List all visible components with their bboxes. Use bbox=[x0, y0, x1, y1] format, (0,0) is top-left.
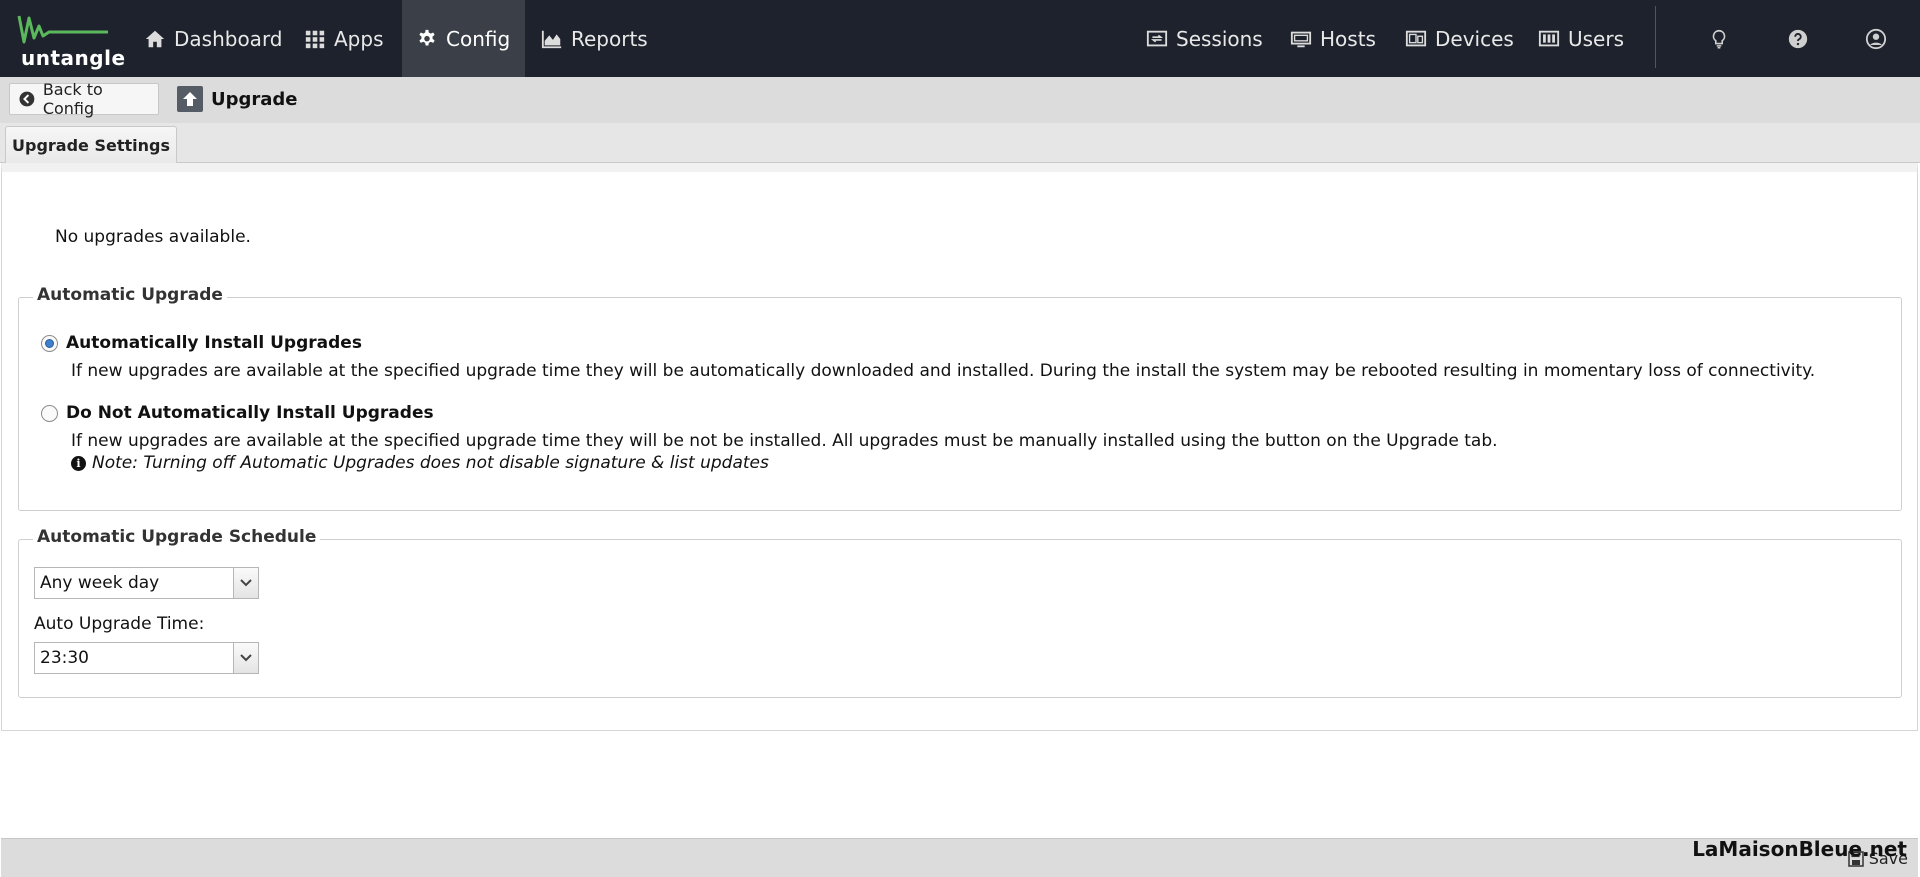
nav-dashboard[interactable]: Dashboard bbox=[130, 0, 297, 77]
devices-icon bbox=[1405, 30, 1427, 46]
nav-config[interactable]: Config bbox=[402, 0, 525, 77]
nav-reports[interactable]: Reports bbox=[527, 0, 662, 77]
upgrade-status-text: No upgrades available. bbox=[55, 227, 251, 247]
radio-selected-dot bbox=[45, 338, 54, 348]
upgrade-day-dropdown-trigger[interactable] bbox=[233, 568, 258, 598]
tab-bar: Upgrade Settings bbox=[0, 123, 1920, 163]
auto-install-option[interactable]: Automatically Install Upgrades bbox=[41, 333, 362, 353]
untangle-logo[interactable]: untangle bbox=[16, 8, 125, 70]
nav-dashboard-label: Dashboard bbox=[174, 26, 283, 51]
automatic-upgrade-fieldset: Automatic Upgrade Automatically Install … bbox=[18, 285, 1902, 511]
upgrade-time-value: 23:30 bbox=[40, 648, 89, 668]
nav-devices-label: Devices bbox=[1435, 26, 1514, 51]
upgrade-schedule-legend: Automatic Upgrade Schedule bbox=[33, 527, 321, 547]
arrow-circle-left-icon bbox=[19, 91, 35, 107]
sessions-icon bbox=[1146, 30, 1168, 46]
footer-toolbar: Save bbox=[1, 838, 1918, 877]
back-to-config-button[interactable]: Back to Config bbox=[9, 80, 159, 118]
auto-install-radio[interactable] bbox=[41, 334, 58, 352]
area-chart-icon bbox=[541, 30, 562, 48]
page-title: Upgrade bbox=[177, 86, 298, 112]
nav-devices[interactable]: Devices bbox=[1391, 0, 1528, 77]
no-auto-install-radio[interactable] bbox=[41, 404, 58, 422]
upgrade-icon bbox=[177, 86, 203, 112]
chevron-down-icon bbox=[240, 654, 252, 662]
back-to-config-label: Back to Config bbox=[42, 80, 103, 118]
nav-apps[interactable]: Apps bbox=[290, 0, 398, 77]
nav-users[interactable]: Users bbox=[1524, 0, 1638, 77]
grid-icon bbox=[305, 30, 325, 48]
hosts-icon bbox=[1290, 31, 1312, 47]
nav-reports-label: Reports bbox=[571, 26, 648, 51]
nav-hosts-label: Hosts bbox=[1320, 26, 1376, 51]
automatic-upgrade-legend: Automatic Upgrade bbox=[33, 285, 227, 305]
auto-install-description: If new upgrades are available at the spe… bbox=[71, 361, 1816, 381]
home-icon bbox=[145, 30, 165, 47]
watermark-text: LaMaisonBleue.net bbox=[1692, 837, 1907, 861]
topbar-divider bbox=[1655, 6, 1656, 68]
lightbulb-icon bbox=[1712, 29, 1726, 48]
logo-text: untangle bbox=[21, 46, 126, 70]
no-auto-install-description: If new upgrades are available at the spe… bbox=[71, 431, 1498, 451]
tab-upgrade-settings[interactable]: Upgrade Settings bbox=[5, 126, 177, 163]
nav-users-label: Users bbox=[1568, 26, 1625, 51]
upgrade-time-select[interactable]: 23:30 bbox=[34, 642, 259, 674]
automatic-upgrade-note: i Note: Turning off Automatic Upgrades d… bbox=[71, 453, 769, 473]
nav-config-label: Config bbox=[446, 26, 511, 51]
nav-apps-label: Apps bbox=[334, 26, 384, 51]
page-header-bar: Back to Config Upgrade bbox=[0, 77, 1920, 123]
tips-button[interactable] bbox=[1694, 0, 1744, 77]
auto-install-label: Automatically Install Upgrades bbox=[66, 333, 362, 353]
automatic-upgrade-note-text: Note: Turning off Automatic Upgrades doe… bbox=[92, 453, 769, 473]
no-auto-install-option[interactable]: Do Not Automatically Install Upgrades bbox=[41, 403, 434, 423]
nav-sessions-label: Sessions bbox=[1176, 26, 1263, 51]
account-button[interactable] bbox=[1851, 0, 1901, 77]
help-button[interactable] bbox=[1773, 0, 1823, 77]
logo-waveform-icon bbox=[17, 15, 108, 44]
help-icon bbox=[1788, 29, 1808, 48]
upgrade-day-select[interactable]: Any week day bbox=[34, 567, 259, 599]
nav-hosts[interactable]: Hosts bbox=[1276, 0, 1390, 77]
gear-icon bbox=[419, 29, 435, 46]
users-icon bbox=[1538, 30, 1560, 46]
account-icon bbox=[1865, 28, 1887, 49]
upgrade-time-dropdown-trigger[interactable] bbox=[233, 643, 258, 673]
no-auto-install-label: Do Not Automatically Install Upgrades bbox=[66, 403, 434, 423]
auto-upgrade-time-label: Auto Upgrade Time: bbox=[34, 614, 205, 634]
page-title-text: Upgrade bbox=[211, 88, 298, 110]
chevron-down-icon bbox=[240, 579, 252, 587]
upgrade-day-value: Any week day bbox=[40, 573, 160, 593]
nav-sessions[interactable]: Sessions bbox=[1132, 0, 1277, 77]
info-icon: i bbox=[71, 455, 86, 471]
upgrade-schedule-fieldset: Automatic Upgrade Schedule Any week day … bbox=[18, 527, 1902, 698]
top-navigation-bar: untangle Dashboard Apps Config Reports S… bbox=[0, 0, 1920, 77]
